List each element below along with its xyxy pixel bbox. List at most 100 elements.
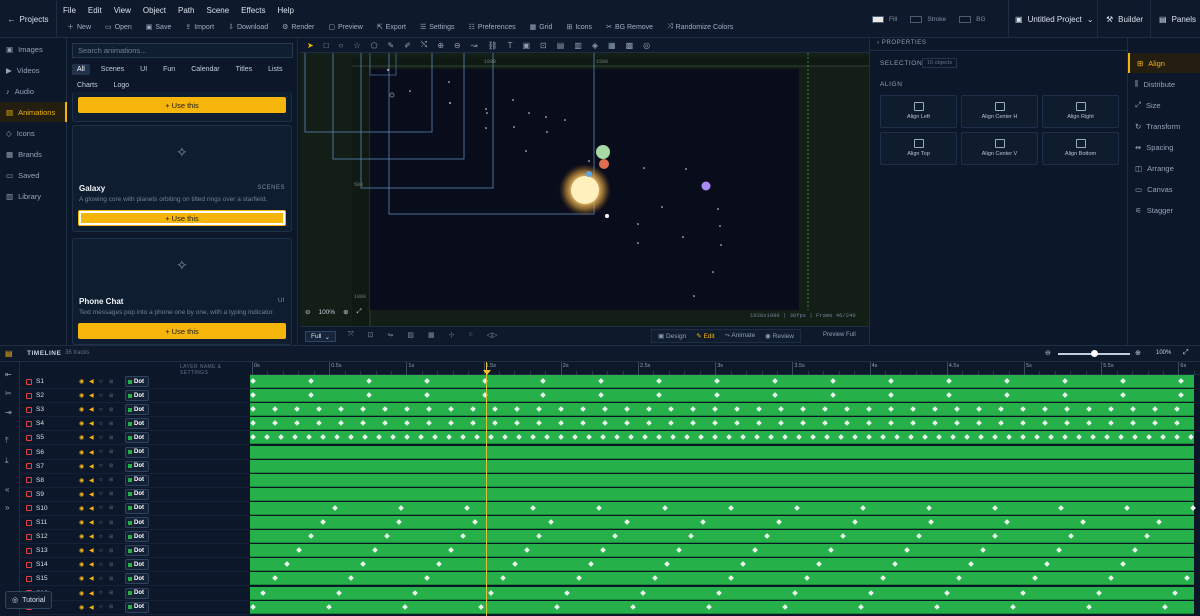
keyframe[interactable]	[992, 533, 998, 539]
keyframe[interactable]	[772, 378, 778, 384]
keyframe[interactable]	[976, 406, 982, 413]
align-left-button[interactable]: Align Left	[880, 95, 957, 128]
keyframe[interactable]	[1130, 420, 1136, 427]
visibility-icon[interactable]: ◉	[79, 449, 84, 456]
keyframe[interactable]	[514, 406, 520, 413]
keyframe[interactable]	[436, 561, 442, 568]
keyframe[interactable]	[580, 420, 586, 427]
lock-icon[interactable]: ⊞	[109, 491, 113, 497]
add-shape-icon[interactable]: ⊕	[437, 41, 444, 50]
keyframe[interactable]	[404, 420, 410, 427]
keyframe[interactable]	[740, 434, 746, 441]
keyframe[interactable]	[564, 589, 570, 596]
rect-tool-icon[interactable]: □	[324, 41, 329, 50]
keyframe[interactable]	[954, 406, 960, 413]
track-lane[interactable]	[250, 445, 1194, 459]
checkbox-icon[interactable]	[26, 378, 32, 385]
track-lane[interactable]	[250, 530, 1194, 544]
keyframe[interactable]	[782, 434, 788, 441]
planet-green[interactable]	[596, 145, 610, 159]
keyframe[interactable]	[880, 575, 886, 582]
keyframe[interactable]	[1006, 434, 1012, 441]
chip-logo[interactable]: Logo	[109, 80, 135, 91]
planet-blue[interactable]	[586, 171, 592, 177]
keyframe[interactable]	[250, 378, 256, 384]
projects-button[interactable]: ← Projects	[0, 0, 57, 38]
keyframe[interactable]	[1172, 589, 1178, 596]
tab-align[interactable]: ⊞ Align	[1128, 53, 1200, 73]
ungroup-icon[interactable]: ▥	[574, 41, 582, 50]
keyframe[interactable]	[904, 547, 910, 554]
visibility-icon[interactable]: ◉	[79, 590, 84, 597]
track-row[interactable]: S12 ◉ ◀ ○ ⊞ Dot	[20, 530, 250, 545]
keyframe[interactable]	[424, 392, 430, 398]
lock-icon[interactable]: ⊞	[109, 534, 113, 540]
keyframe[interactable]	[998, 406, 1004, 413]
solo-icon[interactable]: ○	[99, 379, 103, 385]
keyframe[interactable]	[588, 561, 594, 568]
keyframe[interactable]	[366, 392, 372, 398]
nav-audio[interactable]: ♪ Audio	[0, 81, 67, 101]
keyframe[interactable]	[800, 420, 806, 427]
keyframe[interactable]	[668, 420, 674, 427]
keyframe[interactable]	[316, 406, 322, 413]
checkbox-icon[interactable]	[26, 477, 32, 484]
audio-icon[interactable]: ◀	[89, 575, 94, 582]
dot-badge[interactable]: Dot	[125, 474, 149, 486]
fit-icon[interactable]: ⤢	[357, 308, 362, 316]
keyframe[interactable]	[796, 434, 802, 441]
keyframe[interactable]	[824, 434, 830, 441]
track-row[interactable]: S11 ◉ ◀ ○ ⊞ Dot	[20, 516, 250, 530]
keyframe[interactable]	[260, 589, 266, 596]
keyframe[interactable]	[892, 561, 898, 568]
track-row[interactable]: S5 ◉ ◀ ○ ⊞ Dot	[20, 431, 250, 446]
keyframe[interactable]	[548, 519, 554, 525]
keyframe[interactable]	[642, 434, 648, 441]
image-tool-icon[interactable]: ▣	[522, 41, 530, 50]
keyframe[interactable]	[1184, 575, 1190, 582]
keyframe[interactable]	[828, 547, 834, 554]
export-button[interactable]: ⇱ Export	[377, 22, 406, 32]
circle-icon[interactable]: ○	[468, 331, 472, 339]
keyframe[interactable]	[664, 561, 670, 568]
snap-icon[interactable]: ⊹	[449, 331, 455, 339]
keyframe[interactable]	[404, 434, 410, 441]
keyframe[interactable]	[1174, 406, 1180, 413]
keyframe[interactable]	[502, 434, 508, 441]
dot-badge[interactable]: Dot	[125, 432, 149, 444]
preview-full-button[interactable]: Preview Full	[823, 332, 856, 338]
keyframe[interactable]	[492, 406, 498, 413]
menu-object[interactable]: Object	[143, 6, 166, 15]
keyframe[interactable]	[776, 519, 782, 525]
lock-icon[interactable]: ⊞	[109, 520, 113, 526]
timeline-zoom-handle[interactable]	[1091, 350, 1098, 357]
keyframe[interactable]	[1130, 406, 1136, 413]
keyframe[interactable]	[794, 505, 800, 511]
keyframe[interactable]	[1190, 505, 1196, 511]
keyframe[interactable]	[624, 420, 630, 427]
keyframe[interactable]	[980, 547, 986, 554]
track-lane[interactable]	[250, 389, 1194, 403]
keyframe[interactable]	[700, 519, 706, 525]
audio-icon[interactable]: ◀	[89, 561, 94, 568]
audio-icon[interactable]: ◀	[89, 533, 94, 540]
keyframe[interactable]	[816, 561, 822, 568]
chip-all[interactable]: All	[72, 64, 90, 75]
keyframe[interactable]	[360, 406, 366, 413]
keyframe[interactable]	[524, 547, 530, 554]
keyframe[interactable]	[804, 575, 810, 582]
keyframe[interactable]	[740, 561, 746, 568]
menu-help[interactable]: Help	[277, 6, 293, 15]
solo-icon[interactable]: ○	[99, 435, 103, 441]
zoom-in-icon[interactable]: ⊕	[343, 308, 348, 316]
keyframe[interactable]	[294, 420, 300, 427]
keyframe[interactable]	[336, 589, 342, 596]
checkbox-icon[interactable]	[26, 519, 32, 526]
keyframe[interactable]	[656, 434, 662, 441]
keyframe[interactable]	[734, 406, 740, 413]
keyframe[interactable]	[992, 434, 998, 441]
keyframe[interactable]	[712, 406, 718, 413]
chip-titles[interactable]: Titles	[231, 64, 257, 75]
keyframe[interactable]	[250, 434, 256, 441]
open-button[interactable]: ▭ Open	[105, 22, 132, 32]
